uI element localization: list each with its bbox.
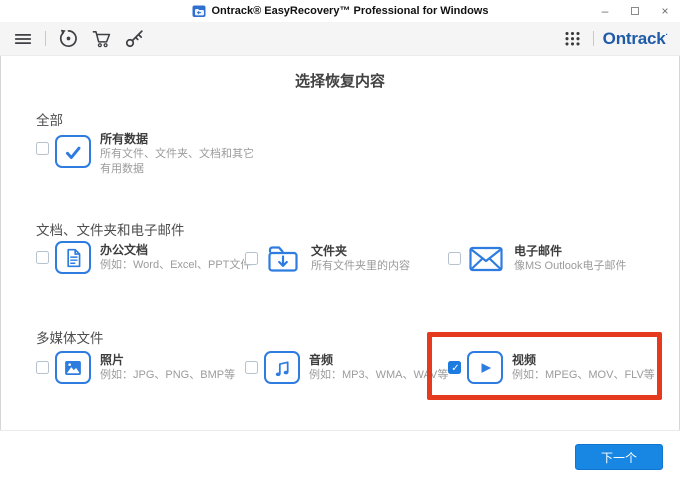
section-label-multimedia: 多媒体文件 <box>36 331 104 346</box>
app-window: Ontrack® EasyRecovery™ Professional for … <box>0 0 680 478</box>
next-button[interactable]: 下一个 <box>575 444 663 470</box>
option-desc: 像MS Outlook电子邮件 <box>514 259 627 272</box>
music-note-icon <box>264 351 300 384</box>
close-button[interactable]: × <box>650 0 680 22</box>
checkbox-all-data[interactable] <box>36 142 49 155</box>
option-title: 照片 <box>100 352 125 367</box>
all-data-check-icon <box>55 135 91 168</box>
option-photos[interactable]: 照片 例如：JPG、PNG、BMP等 <box>36 351 235 384</box>
toolbar-separator <box>45 31 46 46</box>
history-icon[interactable] <box>57 28 79 50</box>
section-label-documents: 文档、文件夹和电子邮件 <box>36 223 185 238</box>
toolbar-separator <box>592 31 594 46</box>
option-desc-line2: 有用数据 <box>100 163 144 175</box>
option-title: 电子邮件 <box>514 243 563 258</box>
play-icon <box>467 351 503 384</box>
page-title: 选择恢复内容 <box>294 73 385 90</box>
app-icon <box>192 5 205 17</box>
option-desc: 例如：MP3、WMA、WAV等 <box>309 368 449 381</box>
document-icon <box>55 241 91 274</box>
ontrack-logo: Ontrack · <box>602 29 669 48</box>
checkbox-folder[interactable] <box>245 252 258 265</box>
footer: 下一个 <box>0 430 680 478</box>
menu-icon[interactable] <box>12 28 34 50</box>
section-label-all: 全部 <box>36 113 63 128</box>
maximize-icon <box>631 7 639 15</box>
toolbar: Ontrack · <box>0 22 680 56</box>
option-title: 所有数据 <box>100 132 149 146</box>
image-icon <box>55 351 91 384</box>
window-title: Ontrack® EasyRecovery™ Professional for … <box>211 5 489 17</box>
option-desc: 所有文件夹里的内容 <box>311 259 410 272</box>
cart-icon[interactable] <box>90 28 112 50</box>
minimize-button[interactable]: – <box>590 0 620 22</box>
checkbox-office-documents[interactable] <box>36 251 49 264</box>
option-video[interactable]: 视频 例如：MPEG、MOV、FLV等 <box>448 351 655 384</box>
option-desc: 例如：MPEG、MOV、FLV等 <box>512 368 655 381</box>
option-title: 视频 <box>512 352 537 367</box>
option-title: 文件夹 <box>311 243 348 258</box>
option-desc: 例如：Word、Excel、PPT文件 <box>100 258 252 271</box>
checkbox-video[interactable] <box>448 361 462 375</box>
titlebar: Ontrack® EasyRecovery™ Professional for … <box>0 0 680 22</box>
option-email[interactable]: 电子邮件 像MS Outlook电子邮件 <box>448 241 626 276</box>
option-office-documents[interactable]: 办公文档 例如：Word、Excel、PPT文件 <box>36 241 251 274</box>
checkbox-audio[interactable] <box>245 361 258 374</box>
apps-grid-icon[interactable] <box>562 28 584 50</box>
option-title: 办公文档 <box>100 242 149 257</box>
option-all-data[interactable]: 所有数据 所有文件、文件夹、文档和其它 有用数据 <box>36 132 256 177</box>
option-desc: 所有文件、文件夹、文档和其它 <box>100 148 254 160</box>
checkbox-email[interactable] <box>448 252 461 265</box>
key-icon[interactable] <box>123 28 145 50</box>
option-title: 音频 <box>309 352 334 367</box>
option-desc: 例如：JPG、PNG、BMP等 <box>100 368 236 381</box>
option-audio[interactable]: 音频 例如：MP3、WMA、WAV等 <box>245 351 448 384</box>
envelope-icon <box>467 241 505 276</box>
checkbox-photos[interactable] <box>36 361 49 374</box>
option-folder[interactable]: 文件夹 所有文件夹里的内容 <box>245 241 410 276</box>
folder-download-icon <box>264 241 302 276</box>
maximize-button[interactable] <box>620 0 650 22</box>
